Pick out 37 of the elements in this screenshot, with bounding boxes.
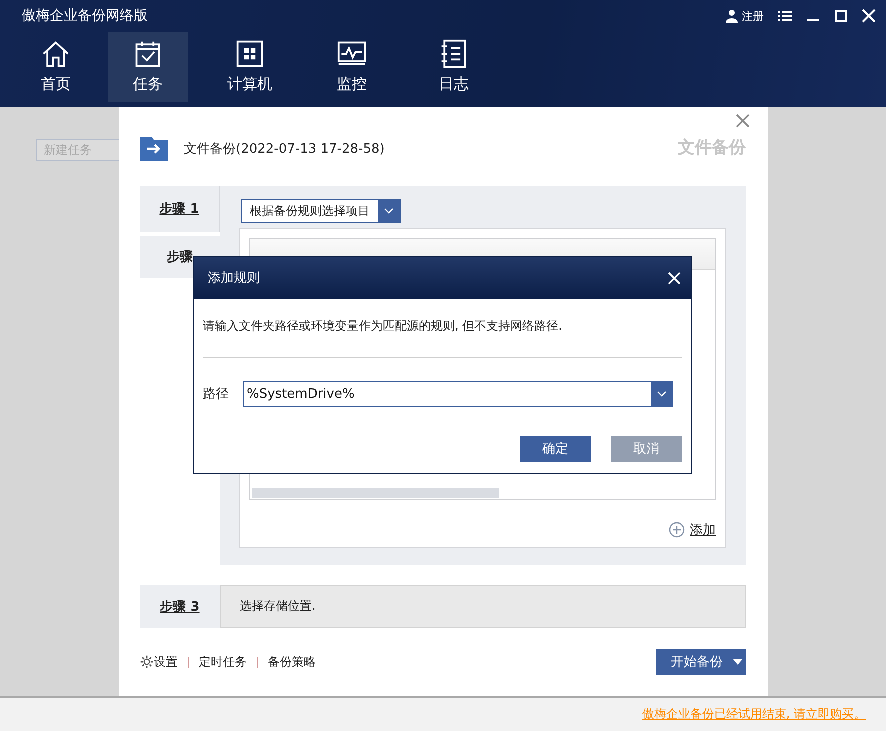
house-icon [41, 39, 71, 69]
chevron-down-icon [384, 208, 394, 214]
start-backup-button[interactable]: 开始备份 [656, 649, 746, 675]
ok-button[interactable]: 确定 [520, 436, 591, 462]
dropdown-button[interactable] [651, 381, 673, 407]
task-title: 文件备份(2022-07-13 17-28-58) [184, 141, 385, 158]
footer-link[interactable]: 备份策略 [268, 654, 316, 670]
nav-tab[interactable]: 监控 [312, 32, 392, 102]
plus-circle-icon[interactable] [669, 522, 685, 538]
windows-grid-icon [235, 39, 265, 69]
calendar-check-icon [133, 39, 163, 69]
dialog-title: 添加规则 [208, 270, 261, 287]
dialog-message: 请输入文件夹路径或环境变量作为匹配源的规则, 但不支持网络路径. [203, 318, 564, 335]
notebook-icon [439, 39, 469, 69]
scrollbar-thumb[interactable] [252, 488, 499, 498]
step-label[interactable]: 步骤 1 [160, 200, 200, 218]
step-label[interactable]: 步骤 [167, 248, 193, 266]
folder-arrow-icon [140, 137, 168, 161]
add-link[interactable]: 添加 [690, 521, 716, 539]
register-link[interactable]: 注册 [725, 8, 764, 24]
chevron-down-icon [657, 391, 667, 397]
path-label: 路径 [203, 386, 230, 403]
path-field[interactable]: %SystemDrive% [243, 381, 651, 407]
task-type-label: 文件备份 [678, 137, 746, 159]
nav-tab[interactable]: 计算机 [210, 32, 290, 102]
nav-tab[interactable]: 日志 [414, 32, 494, 102]
maximize-icon[interactable] [834, 9, 848, 23]
step-description: 选择存储位置. [220, 585, 746, 628]
user-icon [725, 9, 739, 23]
footer-link[interactable]: 定时任务 [199, 654, 247, 670]
menu-icon[interactable] [778, 9, 792, 23]
source-dropdown[interactable]: 根据备份规则选择项目 [241, 199, 401, 223]
caret-icon [733, 659, 743, 665]
app-title: 傲梅企业备份网络版 [22, 7, 149, 25]
footer-link[interactable]: 设置 [154, 654, 178, 670]
nav-tab[interactable]: 任务 [108, 32, 188, 102]
nav-tab[interactable]: 首页 [16, 32, 96, 102]
